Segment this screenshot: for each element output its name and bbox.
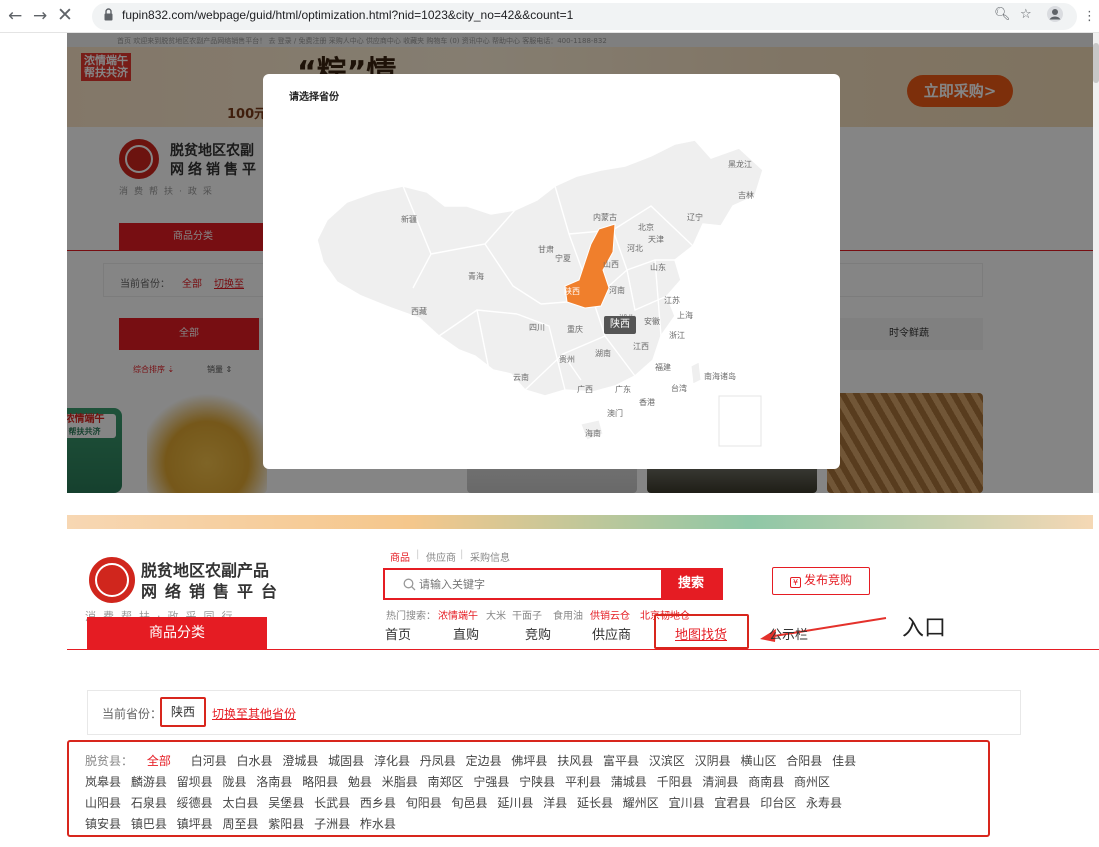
province-label-qinghai[interactable]: 青海 [468, 271, 484, 281]
nav-bid-buy[interactable]: 竞购 [525, 624, 551, 643]
close-icon[interactable]: ✕ [57, 5, 73, 25]
province-label-ningxia[interactable]: 宁夏 [555, 253, 571, 263]
search-icon [403, 578, 416, 591]
province-label-jiangxi[interactable]: 江西 [633, 342, 649, 351]
publish-icon: ¥ [789, 577, 801, 588]
province-switch-link[interactable]: 切换至其他省份 [212, 705, 296, 722]
nav-direct-buy[interactable]: 直购 [453, 624, 479, 643]
county-row[interactable]: 岚皋县 麟游县 留坝县 陇县 洛南县 略阳县 勉县 米脂县 南郑区 宁强县 宁陕… [85, 773, 830, 790]
province-label-shanghai[interactable]: 上海 [677, 310, 693, 320]
province-label-guangdong-visible[interactable]: 广东 [615, 384, 631, 394]
province-label-sichuan[interactable]: 四川 [529, 323, 545, 332]
zoom-icon[interactable]: 🔍︎ [994, 7, 1011, 22]
china-map-outline [316, 139, 764, 397]
hot-search-item[interactable]: 浓情端午 [438, 607, 478, 622]
profile-icon[interactable] [1047, 6, 1063, 26]
url-text: fupin832.com/webpage/guid/html/optimizat… [122, 8, 574, 22]
south-china-sea-inset [718, 395, 762, 447]
province-label-tianjin[interactable]: 天津 [648, 234, 664, 244]
province-label-zhejiang[interactable]: 浙江 [669, 330, 685, 340]
forward-arrow-icon[interactable]: → [33, 6, 47, 26]
county-list-label: 脱贫县： [85, 754, 134, 768]
county-all[interactable]: 全部 [147, 754, 171, 768]
province-label-macau[interactable]: 澳门 [607, 408, 623, 418]
province-select-modal: 请选择省份 黑龙江 吉林 辽宁 内蒙古 北京 天津 河北 新疆 甘肃 宁夏 山西… [263, 74, 840, 469]
province-label-guangxi[interactable]: 广西 [577, 384, 593, 394]
annotation-entry-label: 入口 [902, 616, 947, 641]
kebab-menu-icon[interactable]: ⋮ [1083, 7, 1096, 27]
page-screenshot-map-modal: 首页 欢迎来到脱贫地区农副产品网络销售平台！ 去 登录 / 免费注册 采购人中心… [67, 33, 1093, 493]
province-label: 当前省份： [102, 707, 163, 721]
province-label-chongqing[interactable]: 重庆 [567, 324, 583, 334]
nav-notice-board[interactable]: 公示栏 [769, 624, 808, 643]
hot-search-item[interactable]: 供销云仓 [590, 607, 630, 622]
china-map[interactable]: 黑龙江 吉林 辽宁 内蒙古 北京 天津 河北 新疆 甘肃 宁夏 山西 山东 青海… [263, 74, 840, 469]
lock-icon [104, 8, 113, 21]
search-tab-goods[interactable]: 商品 [390, 549, 410, 564]
nav-suppliers[interactable]: 供应商 [592, 624, 631, 643]
province-label-shaanxi[interactable]: 陕西 [564, 286, 580, 296]
nav-home[interactable]: 首页 [385, 624, 411, 643]
search-tab-divider: | [460, 549, 464, 560]
search-input[interactable] [419, 574, 639, 594]
province-label-hunan[interactable]: 湖南 [595, 348, 611, 358]
province-label-shandong[interactable]: 山东 [650, 262, 666, 272]
province-label-hebei[interactable]: 河北 [627, 243, 643, 253]
poverty-county-list: 脱贫县： 全部 白河县 白水县 澄城县 城固县 淳化县 丹凤县 定边县 佛坪县 … [67, 740, 990, 837]
hot-search-item[interactable]: 干面子 [512, 607, 542, 622]
province-label-hongkong[interactable]: 香港 [639, 397, 655, 407]
search-button[interactable]: 搜索 [661, 570, 721, 598]
province-label-xizang[interactable]: 西藏 [411, 306, 427, 316]
province-bar: 当前省份： 陕西 切换至其他省份 [87, 690, 1021, 735]
category-button[interactable]: 商品分类 [87, 617, 267, 650]
province-label-fujian[interactable]: 福建 [655, 362, 671, 372]
hot-search-label: 热门搜索： [386, 611, 436, 622]
province-label-heilongjiang[interactable]: 黑龙江 [728, 159, 752, 169]
scrollbar-thumb[interactable] [1093, 43, 1099, 83]
map-tooltip: 陕西 [604, 316, 636, 334]
province-label-xinjiang[interactable]: 新疆 [401, 214, 417, 224]
hot-search-item[interactable]: 食用油 [553, 607, 583, 622]
publish-bid-label: 发布竞购 [803, 573, 852, 587]
search-tab-supplier[interactable]: 供应商 [426, 549, 456, 564]
province-label-anhui[interactable]: 安徽 [644, 316, 660, 326]
province-label-jilin[interactable]: 吉林 [738, 190, 754, 200]
province-label-taiwan[interactable]: 台湾 [671, 383, 687, 393]
hot-search-item[interactable]: 大米 [486, 607, 506, 622]
county-row[interactable]: 镇安县 镇巴县 镇坪县 周至县 紫阳县 子洲县 柞水县 [85, 815, 396, 832]
scrollbar[interactable] [1093, 33, 1099, 493]
county-row[interactable]: 山阳县 石泉县 绥德县 太白县 吴堡县 长武县 西乡县 旬阳县 旬邑县 延川县 … [85, 794, 842, 811]
search-box: 搜索 [383, 568, 723, 600]
nav-map-search[interactable]: 地图找货 [675, 624, 727, 643]
province-label-jiangsu[interactable]: 江苏 [664, 295, 680, 305]
banner-strip [67, 515, 1093, 529]
page-screenshot-zoomed: 脱贫地区农副产品 网络销售平台 消费帮扶·政采同行 商品 | 供应商 | 采购信… [0, 515, 1099, 847]
current-province: 陕西 [160, 697, 206, 727]
publish-bid-button[interactable]: ¥ 发布竞购 [772, 567, 870, 595]
star-icon[interactable]: ☆ [1020, 7, 1032, 22]
browser-toolbar: ← → ✕ fupin832.com/webpage/guid/html/opt… [0, 0, 1099, 33]
back-arrow-icon[interactable]: ← [8, 6, 22, 26]
province-label-shanxi[interactable]: 山西 [603, 259, 619, 269]
logo-title-2: 网络销售平台 [141, 582, 286, 601]
province-label-beijing[interactable]: 北京 [638, 222, 654, 232]
county-row[interactable]: 白河县 白水县 澄城县 城固县 淳化县 丹凤县 定边县 佛坪县 扶风县 富平县 … [191, 754, 856, 768]
province-label-yunnan[interactable]: 云南 [513, 372, 529, 382]
province-label-guizhou[interactable]: 贵州 [559, 354, 575, 364]
province-label-neimenggu[interactable]: 内蒙古 [593, 212, 617, 222]
province-label-gansu[interactable]: 甘肃 [538, 244, 554, 254]
province-label-liaoning[interactable]: 辽宁 [687, 212, 703, 222]
nav-divider [67, 649, 1099, 650]
address-bar[interactable]: fupin832.com/webpage/guid/html/optimizat… [92, 3, 1077, 30]
province-label-henan[interactable]: 河南 [609, 285, 625, 295]
logo [89, 557, 135, 603]
search-tab-purchase-info[interactable]: 采购信息 [470, 549, 510, 564]
search-tab-divider: | [416, 549, 420, 560]
taiwan-island [690, 361, 702, 385]
province-label-hainan[interactable]: 海南 [585, 428, 601, 438]
province-label-nanhai[interactable]: 南海诸岛 [704, 371, 736, 381]
